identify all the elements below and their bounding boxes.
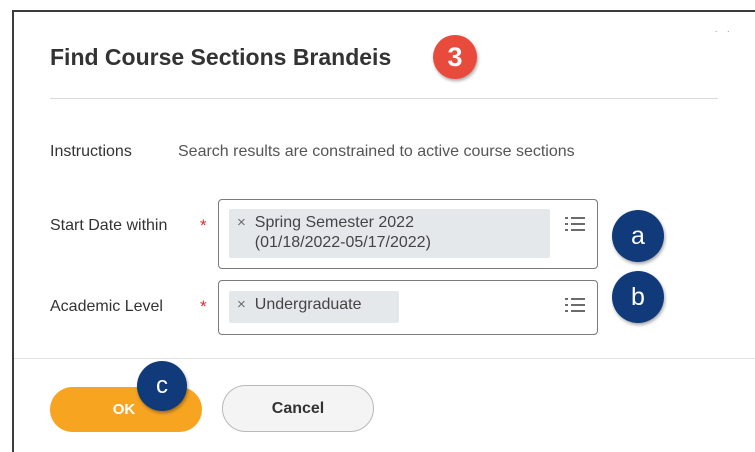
callout-c-badge: c	[137, 361, 187, 411]
step-badge: 3	[433, 35, 477, 79]
instructions-label: Instructions	[50, 143, 132, 160]
callout-a-badge: a	[612, 210, 664, 262]
academic-level-field[interactable]: × Undergraduate	[218, 280, 598, 335]
academic-level-label: Academic Level	[50, 298, 163, 315]
close-icon[interactable]: ×	[237, 295, 246, 315]
academic-level-required-mark: *	[200, 297, 207, 316]
title-divider	[50, 98, 718, 99]
cancel-button[interactable]: Cancel	[222, 385, 374, 432]
start-date-required-mark: *	[200, 216, 207, 235]
close-icon[interactable]: ×	[237, 213, 246, 233]
dialog-title: Find Course Sections Brandeis	[50, 44, 392, 70]
academic-level-selected-value: Undergraduate	[254, 296, 362, 313]
find-course-sections-dialog: · · Find Course Sections Brandeis 3 Inst…	[14, 12, 755, 452]
footer-divider	[14, 358, 755, 359]
start-date-selected-value: Spring Semester 2022 (01/18/2022-05/17/2…	[255, 213, 431, 253]
callout-b-badge: b	[612, 271, 664, 323]
start-date-value-line1: Spring Semester 2022	[254, 214, 414, 231]
list-menu-icon[interactable]	[565, 298, 585, 314]
start-date-label: Start Date within	[50, 217, 168, 234]
dialog-corner-dots: · ·	[714, 26, 733, 37]
start-date-selected-pill: × Spring Semester 2022 (01/18/2022-05/17…	[229, 209, 550, 258]
start-date-value-line2: (01/18/2022-05/17/2022)	[254, 234, 431, 251]
academic-level-selected-pill: × Undergraduate	[229, 291, 399, 323]
start-date-field[interactable]: × Spring Semester 2022 (01/18/2022-05/17…	[218, 199, 598, 269]
instructions-text: Search results are constrained to active…	[178, 143, 575, 160]
list-menu-icon[interactable]	[565, 217, 585, 233]
